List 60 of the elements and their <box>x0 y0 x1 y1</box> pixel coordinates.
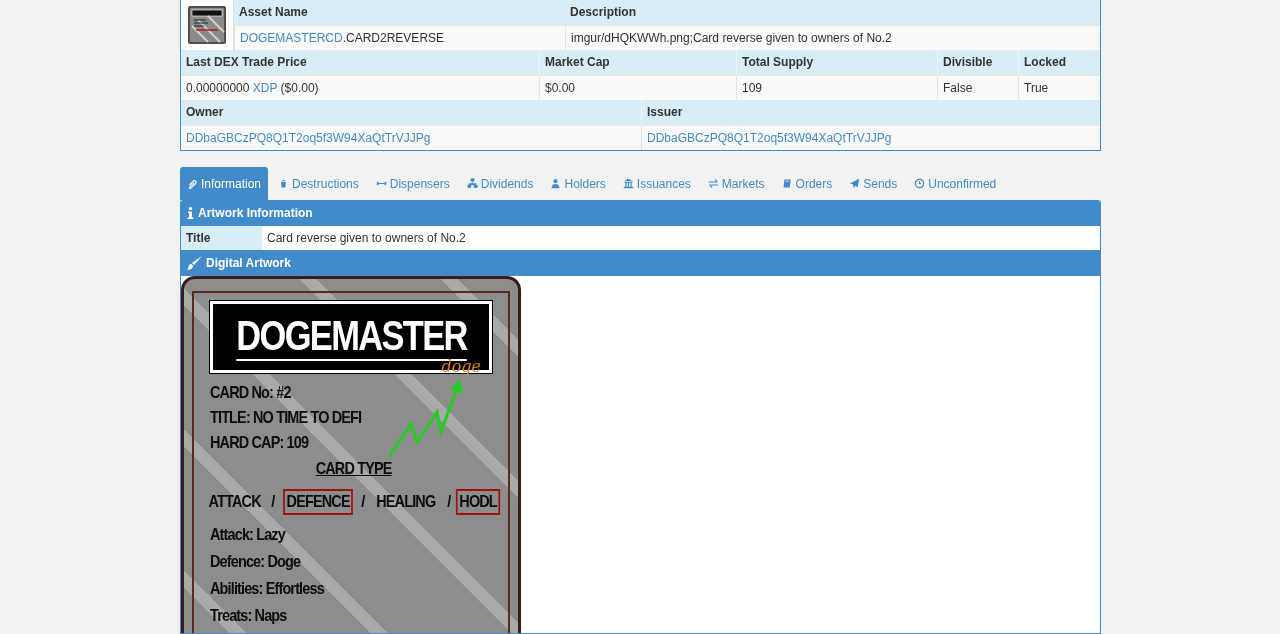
rising-arrow-icon <box>387 378 465 458</box>
column-header: Divisible <box>937 50 1018 75</box>
tab[interactable]: Orders <box>774 167 840 200</box>
section-header: Digital Artwork <box>181 250 1100 276</box>
column-header: Last DEX Trade Price <box>181 50 539 75</box>
card-type: HODL <box>456 489 501 515</box>
asset-link[interactable]: DOGEMASTERCD <box>240 31 343 45</box>
card-type-heading: CARD TYPE <box>316 459 392 479</box>
type-separator: / <box>361 492 365 512</box>
column-header: Asset Name <box>234 0 565 25</box>
tab-icon <box>914 178 926 189</box>
table-cell: imgur/dHQKWWh.png;Card reverse given to owners of No.2 <box>565 25 1100 50</box>
brush-icon <box>187 256 202 270</box>
asset-subname: .CARD2REVERSE <box>342 31 445 45</box>
card-thumbnail <box>188 6 226 44</box>
tab[interactable]: Markets <box>700 167 772 200</box>
tab-icon <box>781 178 793 189</box>
card-stat: Defence: Doge <box>210 552 301 572</box>
card-stat: Attack: Lazy <box>210 525 285 545</box>
table-cell: True <box>1018 75 1100 100</box>
type-separator: / <box>271 492 275 512</box>
info-icon <box>187 207 194 219</box>
price-text: ($0.00) <box>279 81 319 95</box>
section-header: Artwork Information <box>181 200 1100 226</box>
card-detail: CARD No: #2 <box>210 383 291 403</box>
tab[interactable]: Dividends <box>459 167 541 200</box>
card-stat: Treats: Naps <box>210 606 287 626</box>
type-separator: / <box>446 492 450 512</box>
tab-icon <box>550 178 562 189</box>
currency-link[interactable]: XDP <box>252 81 278 95</box>
tab-icon <box>187 178 198 189</box>
tab-icon <box>622 178 634 189</box>
tab-icon <box>849 178 861 189</box>
tab[interactable]: Destructions <box>271 167 366 200</box>
field-label: Title <box>181 226 262 250</box>
column-header: Locked <box>1018 50 1100 75</box>
tab[interactable]: Sends <box>842 167 905 200</box>
tab[interactable]: Issuances <box>615 167 698 200</box>
tab-icon <box>707 178 719 189</box>
column-header: Issuer <box>641 100 1100 125</box>
card-detail: HARD CAP: 109 <box>210 433 309 453</box>
column-header: Total Supply <box>736 50 937 75</box>
tab-icon <box>466 178 478 189</box>
tab[interactable]: Dispensers <box>368 167 457 200</box>
table-cell: False <box>937 75 1018 100</box>
tab[interactable]: Unconfirmed <box>907 167 1004 200</box>
price-text: 0.00000000 <box>186 81 251 95</box>
table-cell: 109 <box>736 75 937 100</box>
column-header: Description <box>565 0 1100 25</box>
table-cell: $0.00 <box>539 75 736 100</box>
column-header: Owner <box>181 100 641 125</box>
card-stat: Abilities: Effortless <box>210 579 324 599</box>
card-type: HEALING <box>375 491 437 513</box>
column-header: Market Cap <box>539 50 736 75</box>
tab[interactable]: Information <box>180 167 269 200</box>
field-value: Card reverse given to owners of No.2 <box>266 230 467 247</box>
card-type: ATTACK <box>207 491 263 513</box>
card-type: DEFENCE <box>283 489 354 515</box>
card-detail: TITLE: NO TIME TO DEFI <box>210 408 362 428</box>
tab[interactable]: Holders <box>543 167 613 200</box>
